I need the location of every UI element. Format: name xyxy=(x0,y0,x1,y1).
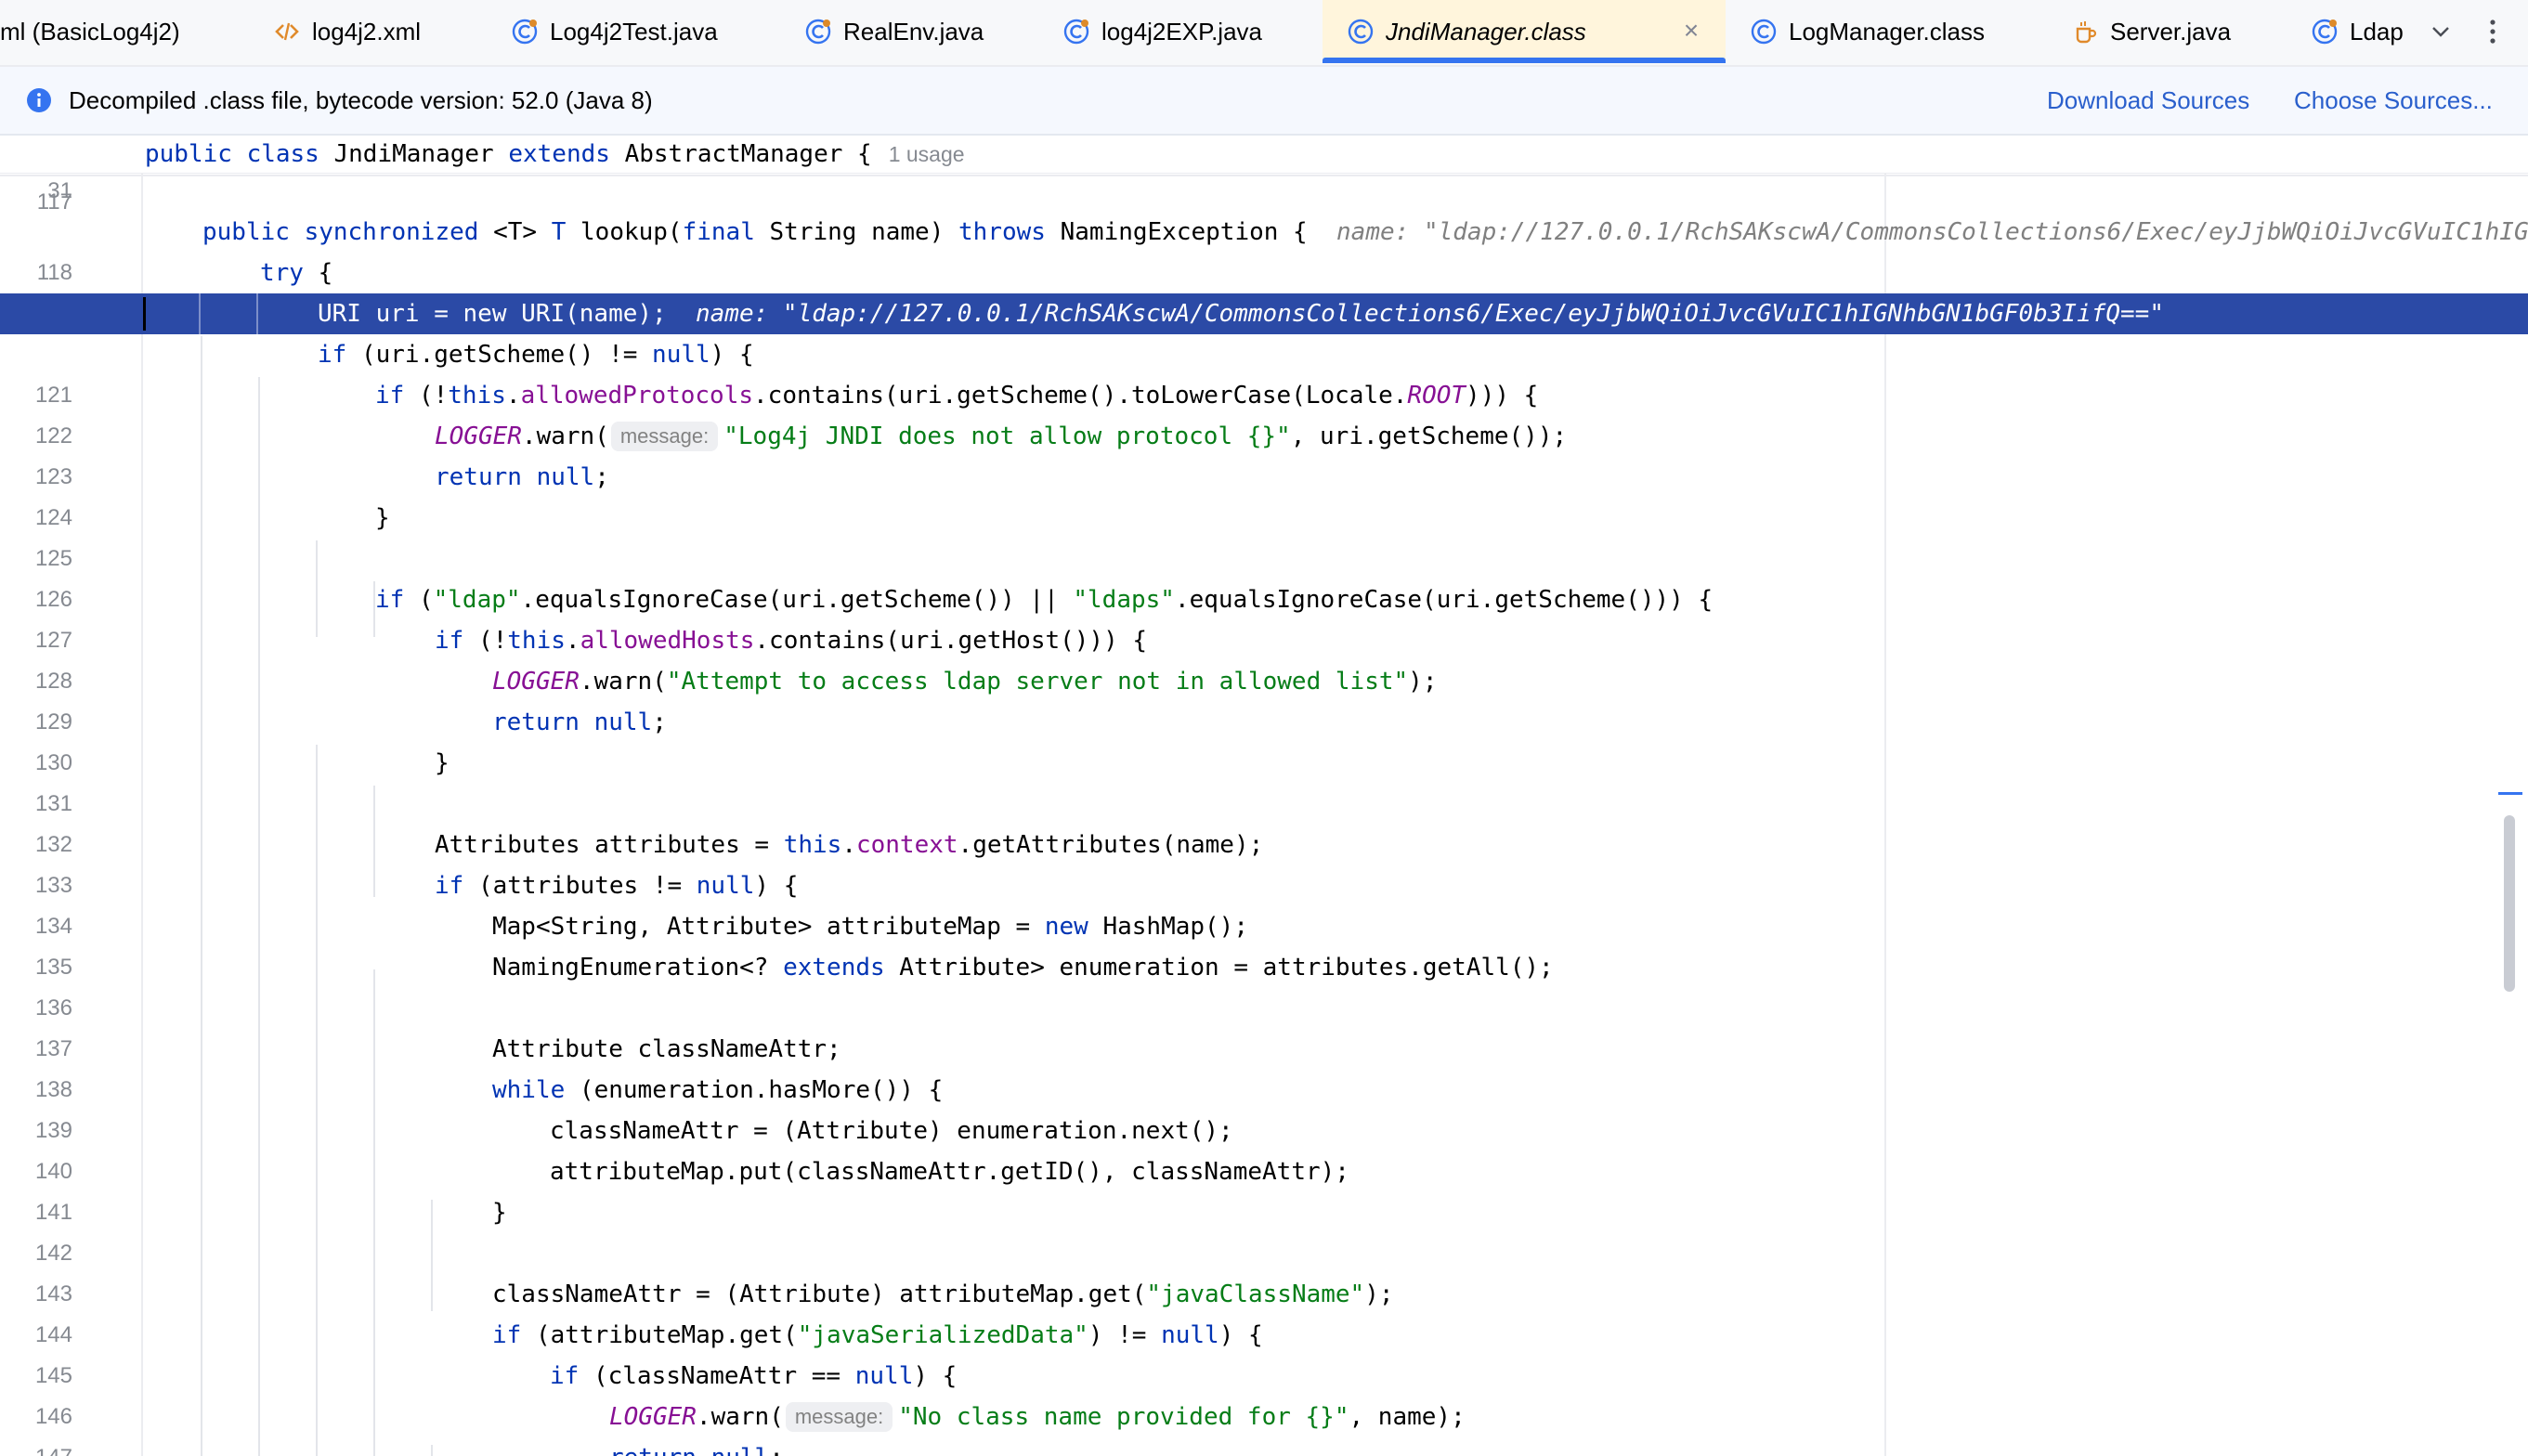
tab-log4j2exp-java[interactable]: log4j2EXP.java xyxy=(1061,0,1330,63)
class-file-icon xyxy=(1345,16,1376,47)
code-line-146[interactable]: 146 if (classNameAttr == null) { xyxy=(0,1356,2528,1429)
choose-sources-link[interactable]: Choose Sources... xyxy=(2294,67,2493,134)
download-sources-link[interactable]: Download Sources xyxy=(2047,67,2249,134)
code-line-135[interactable]: 135 Map<String, Attribute> attributeMap … xyxy=(0,906,2528,980)
code-line-148[interactable]: 148 return null; xyxy=(0,1437,2528,1456)
code-line-129[interactable]: 129 LOGGER.warn("Attempt to access ldap … xyxy=(0,661,2528,734)
usage-count[interactable]: 1 usage xyxy=(889,142,965,166)
inline-value-hint: name: "ldap://127.0.0.1/RchSAKscwA/Commo… xyxy=(696,300,2164,328)
parameter-hint: message: xyxy=(610,422,719,451)
banner-message: Decompiled .class file, bytecode version… xyxy=(69,86,653,114)
code-line-147[interactable]: 147 LOGGER.warn(message:"No class name p… xyxy=(0,1397,2528,1456)
tab-realenv-java[interactable]: RealEnv.java xyxy=(802,0,1044,63)
tab-label: Server.java xyxy=(2110,17,2232,46)
code-line-133[interactable]: 133 Attributes attributes = this.context… xyxy=(0,825,2528,898)
code-line-124[interactable]: 124 return null; xyxy=(0,457,2528,530)
tab-label: JndiManager.class xyxy=(1386,17,1586,46)
code-line-122[interactable]: 122 if (!this.allowedProtocols.contains(… xyxy=(0,375,2528,448)
sticky-separator xyxy=(0,175,2528,176)
code-line-126[interactable]: 126 xyxy=(0,539,2528,612)
parameter-hint: message: xyxy=(785,1402,893,1432)
tab-label: log4j2.xml xyxy=(312,17,422,46)
tab-ldap[interactable]: Ldap xyxy=(2309,0,2405,63)
tab-log4j2test-java[interactable]: Log4j2Test.java xyxy=(509,0,788,63)
text-caret xyxy=(143,297,146,331)
code-line-143[interactable]: 143 xyxy=(0,1233,2528,1306)
code-line-123[interactable]: 123 LOGGER.warn(message:"Log4j JNDI does… xyxy=(0,416,2528,489)
close-icon[interactable]: × xyxy=(1677,17,1705,45)
class-file-icon xyxy=(1748,16,1779,47)
decompiled-info-banner: Decompiled .class file, bytecode version… xyxy=(0,67,2528,136)
indent-guide xyxy=(256,293,258,334)
code-line-127[interactable]: 127 if ("ldap".equalsIgnoreCase(uri.getS… xyxy=(0,579,2528,653)
code-line-136[interactable]: 136 NamingEnumeration<? extends Attribut… xyxy=(0,947,2528,1020)
editor-tab-bar: ml (BasicLog4j2) log4j2.xml Log4j2Test.j… xyxy=(0,0,2528,67)
java-file-icon xyxy=(2069,16,2101,47)
java-class-icon xyxy=(802,16,834,47)
code-line-131[interactable]: 131 } xyxy=(0,743,2528,816)
code-line-128[interactable]: 128 if (!this.allowedHosts.contains(uri.… xyxy=(0,620,2528,694)
code-line-142[interactable]: 142 } xyxy=(0,1192,2528,1266)
java-class-icon xyxy=(1061,16,1092,47)
code-line-118[interactable]: 118 public synchronized <T> T lookup(fin… xyxy=(0,212,2528,285)
java-class-icon xyxy=(509,16,541,47)
code-line-119[interactable]: 119 try { xyxy=(0,253,2528,326)
code-editor[interactable]: 31 public class JndiManager extends Abst… xyxy=(0,136,2528,1456)
sticky-class-header[interactable]: 31 public class JndiManager extends Abst… xyxy=(0,136,2528,203)
code-line-139[interactable]: 139 while (enumeration.hasMore()) { xyxy=(0,1070,2528,1143)
tab-label: Log4j2Test.java xyxy=(550,17,718,46)
scrollbar-thumb[interactable] xyxy=(2504,815,2515,992)
current-execution-line[interactable]: 120 URI uri = new URI(name); name: "ldap… xyxy=(0,293,2528,367)
code-line-130[interactable]: 130 return null; xyxy=(0,702,2528,775)
code-line-137[interactable]: 137 xyxy=(0,988,2528,1061)
code-line-134[interactable]: 134 if (attributes != null) { xyxy=(0,865,2528,939)
tab-label: Ldap xyxy=(2350,17,2404,46)
code-line-125[interactable]: 125 } xyxy=(0,498,2528,571)
tab-label: RealEnv.java xyxy=(843,17,984,46)
chevron-down-icon[interactable] xyxy=(2422,0,2459,63)
tab-log4j2-xml[interactable]: log4j2.xml xyxy=(271,0,485,63)
more-options-icon[interactable] xyxy=(2474,0,2511,63)
code-line-144[interactable]: 144 classNameAttr = (Attribute) attribut… xyxy=(0,1274,2528,1347)
code-line-141[interactable]: 141 attributeMap.put(classNameAttr.getID… xyxy=(0,1151,2528,1225)
indent-guide xyxy=(199,293,201,334)
info-icon xyxy=(26,87,52,113)
code-line-138[interactable]: 138 Attribute classNameAttr; xyxy=(0,1029,2528,1102)
code-line-121[interactable]: 121 if (uri.getScheme() != null) { xyxy=(0,334,2528,408)
tab-label: LogManager.class xyxy=(1789,17,1986,46)
code-line-145[interactable]: 145 if (attributeMap.get("javaSerialized… xyxy=(0,1315,2528,1388)
tab-jndimanager-class[interactable]: JndiManager.class × xyxy=(1323,0,1726,63)
inline-value-hint: name: "ldap://127.0.0.1/RchSAKscwA/Commo… xyxy=(1336,218,2528,246)
tab-label: ml (BasicLog4j2) xyxy=(0,17,180,46)
tab-basiclog4j2[interactable]: ml (BasicLog4j2) xyxy=(0,0,251,63)
code-line-140[interactable]: 140 classNameAttr = (Attribute) enumerat… xyxy=(0,1111,2528,1184)
java-class-icon xyxy=(2309,16,2340,47)
tab-server-java[interactable]: Server.java xyxy=(2069,0,2292,63)
tab-label: log4j2EXP.java xyxy=(1101,17,1262,46)
tab-logmanager-class[interactable]: LogManager.class xyxy=(1748,0,2026,63)
xml-file-icon xyxy=(271,16,303,47)
scrollbar-caret-marker xyxy=(2498,792,2522,795)
code-line-132[interactable]: 132 xyxy=(0,784,2528,857)
